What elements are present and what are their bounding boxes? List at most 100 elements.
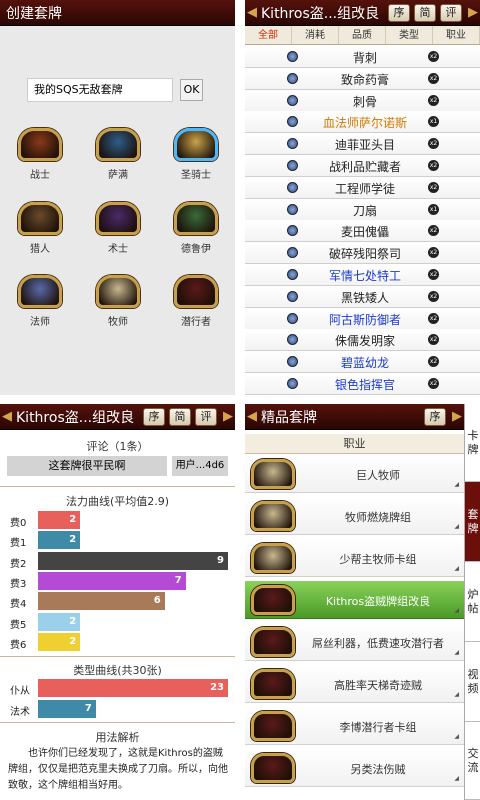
card-count: x2 [428, 181, 439, 193]
card-row[interactable]: 军情七处特工 x2 [245, 264, 480, 286]
mana-cost-label: 费3 [10, 578, 27, 590]
filter-tabs: 全部 消耗 品质 类型 职业 [245, 26, 480, 45]
card-row[interactable]: 银色指挥官 x2 [245, 373, 480, 395]
card-row[interactable]: 迪菲亚头目 x2 [245, 133, 480, 156]
card-row[interactable]: 工程师学徒 x2 [245, 176, 480, 199]
card-row[interactable]: 刺骨 x2 [245, 89, 480, 112]
side-tab-3[interactable]: 视频 [465, 642, 480, 722]
sort-button[interactable]: 序 [388, 3, 410, 22]
divider [0, 656, 235, 657]
back-arrow-icon[interactable]: ◀ [245, 409, 259, 424]
card-row[interactable]: 碧蓝幼龙 x2 [245, 351, 480, 374]
type-curve-header: 类型曲线(共30张) [73, 664, 162, 677]
side-tab-0[interactable]: 卡牌 [465, 404, 480, 482]
analysis-text: 也许你们已经发现了，这就是Kithros的盗贼牌组，仅仅是把范克里夫换成了刀扇。… [8, 748, 228, 791]
card-row[interactable]: 刀扇 x1 [245, 198, 480, 221]
sort-button[interactable]: 序 [143, 407, 165, 426]
deck-name: 少帮主牧师卡组 [339, 553, 417, 566]
mana-curve-header: 法力曲线(平均值2.9) [65, 495, 170, 508]
tab-2[interactable]: 品质 [339, 26, 386, 44]
deck-name: 另类法伤贼 [350, 763, 406, 776]
card-row[interactable]: 侏儒发明家 x2 [245, 329, 480, 352]
forward-arrow-icon[interactable]: ▶ [466, 5, 480, 20]
expand-corner-icon: ◢ [454, 607, 459, 614]
card-count: x2 [428, 94, 439, 106]
card-row[interactable]: 血法师萨尔诺斯 x1 [245, 111, 480, 134]
card-row[interactable]: 致命药膏 x2 [245, 67, 480, 90]
side-tab-2[interactable]: 炉帖 [465, 562, 480, 642]
forward-arrow-icon[interactable]: ▶ [450, 409, 464, 424]
deck-row[interactable]: 另类法伤贼 ◢ [245, 749, 464, 787]
forward-arrow-icon[interactable]: ▶ [221, 409, 235, 424]
back-arrow-icon[interactable]: ◀ [245, 5, 259, 20]
card-name: 刀扇 [352, 203, 377, 218]
card-name: 银色指挥官 [334, 378, 395, 392]
comment-user[interactable]: 用户...4d6 [172, 456, 228, 476]
mana-gem-icon [287, 247, 298, 259]
card-name: 碧蓝幼龙 [340, 356, 389, 371]
card-count: x1 [428, 116, 439, 128]
expand-corner-icon: ◢ [454, 481, 459, 488]
card-row[interactable]: 破碎残阳祭司 x2 [245, 242, 480, 265]
side-tab-bar: 卡牌 套牌 炉帖 视频 交流 [464, 404, 480, 800]
type-count: 23 [210, 682, 224, 693]
mana-gem-icon [287, 290, 298, 302]
deck-row[interactable]: 牧师燃烧牌组 ◢ [245, 497, 464, 535]
comment-button[interactable]: 评 [195, 407, 217, 426]
side-tab-1[interactable]: 套牌 [465, 482, 480, 562]
card-name: 破碎残阳祭司 [328, 247, 401, 262]
deck-row[interactable]: Kithros盗贼牌组改良 ◢ [245, 581, 464, 619]
deck-row[interactable]: 高胜率天梯奇迹贼 ◢ [245, 665, 464, 703]
card-row[interactable]: 麦田傀儡 x2 [245, 220, 480, 243]
card-row[interactable]: 黑铁矮人 x2 [245, 285, 480, 308]
deck-row[interactable]: 少帮主牧师卡组 ◢ [245, 539, 464, 577]
tab-3[interactable]: 类型 [386, 26, 433, 44]
card-name: 侏儒发明家 [334, 334, 395, 349]
mana-gem-icon [287, 51, 298, 62]
deck-name: 高胜率天梯奇迹贼 [334, 679, 422, 692]
card-count: x2 [428, 225, 439, 237]
mana-cost-label: 费1 [10, 538, 27, 550]
deck-row[interactable]: 李博潜行者卡组 ◢ [245, 707, 464, 745]
class-filter[interactable]: 职业 [245, 434, 464, 454]
tab-1[interactable]: 消耗 [292, 26, 339, 44]
type-bar [38, 679, 228, 697]
deck-name: 李博潜行者卡组 [339, 721, 417, 734]
mana-gem-icon [287, 138, 298, 150]
divider [0, 486, 235, 487]
tab-4[interactable]: 职业 [433, 26, 480, 44]
mana-cost-label: 费4 [10, 599, 27, 611]
type-count: 7 [84, 703, 92, 714]
simple-view-button[interactable]: 简 [414, 3, 436, 22]
type-label: 法术 [10, 707, 30, 718]
deck-row[interactable]: 屌丝利器，低费速攻潜行者 ◢ [245, 623, 464, 661]
expand-corner-icon: ◢ [454, 649, 459, 656]
card-row[interactable]: 战利品贮藏者 x2 [245, 155, 480, 177]
mana-count: 7 [174, 574, 182, 586]
card-count: x2 [428, 160, 439, 171]
mana-cost-label: 费5 [10, 619, 27, 631]
deck-class-portrait-icon [251, 711, 295, 741]
comment-text: 这套牌很平民啊 [7, 456, 167, 476]
card-name: 血法师萨尔诺斯 [322, 116, 407, 131]
deck-stats-screen: ◀ Kithros盗...组改良 序 简 评 ▶ 评论（1条） 这套牌很平民啊 … [0, 0, 235, 800]
mana-gem-icon [287, 225, 298, 237]
card-row[interactable]: 背刺 x2 [245, 46, 480, 68]
tab-0[interactable]: 全部 [245, 26, 292, 44]
mana-cost-label: 费6 [10, 639, 27, 651]
sort-button[interactable]: 序 [424, 407, 446, 426]
mana-gem-icon [287, 181, 298, 193]
card-count: x2 [428, 378, 439, 389]
simple-view-button[interactable]: 简 [169, 407, 191, 426]
card-name: 致命药膏 [340, 72, 389, 87]
comment-button[interactable]: 评 [440, 3, 462, 22]
card-row[interactable]: 阿古斯防御者 x2 [245, 307, 480, 330]
back-arrow-icon[interactable]: ◀ [0, 409, 14, 424]
side-tab-4[interactable]: 交流 [465, 722, 480, 800]
comments-header: 评论（1条） [86, 440, 149, 453]
deck-name: Kithros盗贼牌组改良 [325, 595, 431, 608]
card-count: x2 [428, 51, 439, 62]
mana-gem-icon [287, 160, 298, 171]
title-bar: ◀ 精品套牌 序 ▶ [245, 404, 464, 430]
deck-row[interactable]: 巨人牧师 ◢ [245, 455, 464, 493]
